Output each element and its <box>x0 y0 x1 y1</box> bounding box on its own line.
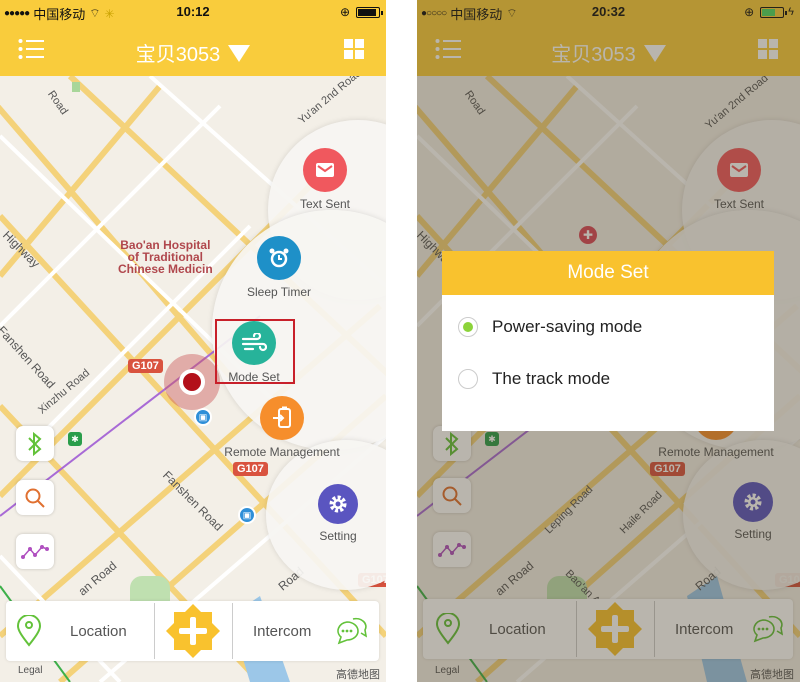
grid-apps-icon[interactable] <box>344 39 364 59</box>
poi-hospital-label[interactable]: Bao'an Hospital of Traditional Chinese M… <box>118 239 213 275</box>
intercom-button[interactable]: Intercom <box>233 601 379 661</box>
track-button[interactable] <box>16 534 54 569</box>
road-shield: G107 <box>233 462 268 476</box>
chat-bubbles-icon <box>337 617 368 645</box>
intercom-label: Intercom <box>253 622 312 640</box>
menu-remote-management[interactable]: Remote Management <box>217 396 347 459</box>
location-label: Location <box>70 622 127 640</box>
map-provider-logo: 高德地图 <box>336 669 380 681</box>
bus-stop-icon[interactable]: ▣ <box>194 408 212 426</box>
road-shield: G107 <box>128 359 163 373</box>
phone-transfer-icon <box>260 396 304 440</box>
bottom-bar: Location Intercom <box>6 601 379 661</box>
phone-screen-main: Road Yu'an 2nd Road Highway Fanshen Road… <box>0 0 386 682</box>
menu-text-sent[interactable]: Text Sent <box>265 148 385 211</box>
dropdown-triangle-icon <box>228 45 251 62</box>
status-bar: ●●●●● 中国移动 ⌔ ✳ 10:12 ⊕ <box>0 0 386 24</box>
envelope-icon <box>303 148 347 192</box>
option-track-mode[interactable]: The track mode <box>458 369 610 389</box>
menu-label: Sleep Timer <box>246 285 312 299</box>
radio-selected[interactable] <box>458 317 478 337</box>
battery-icon <box>356 6 383 18</box>
location-button[interactable]: Location <box>6 601 153 661</box>
radio-unselected[interactable] <box>458 369 478 389</box>
legal-link[interactable]: Legal <box>18 665 42 676</box>
clock: 10:12 <box>176 4 210 19</box>
poi-line: Chinese Medicin <box>118 262 213 276</box>
option-power-saving-mode[interactable]: Power-saving mode <box>458 317 642 337</box>
menu-sleep-timer[interactable]: Sleep Timer <box>219 236 339 299</box>
track-line-icon <box>21 544 49 559</box>
location-pin-icon <box>16 615 42 647</box>
phone-screen-mode-dialog: Road Yu'an 2nd Road Highway Leping Road … <box>417 0 800 682</box>
menu-label: Remote Management <box>224 445 340 459</box>
mode-set-dialog: Mode Set Power-saving mode The track mod… <box>442 251 774 431</box>
option-label: The track mode <box>492 369 611 388</box>
menu-label: Text Sent <box>299 197 351 211</box>
option-label: Power-saving mode <box>492 317 643 336</box>
device-selector[interactable]: 宝贝3053 <box>0 38 386 67</box>
app-header: 宝贝3053 <box>0 24 386 76</box>
add-button[interactable] <box>155 601 231 661</box>
menu-label: Setting <box>319 529 357 543</box>
bluetooth-button[interactable] <box>16 426 54 461</box>
search-icon <box>25 488 45 508</box>
mode-set-highlight <box>215 319 295 384</box>
menu-setting[interactable]: Setting <box>278 484 386 543</box>
add-star-plus-icon <box>166 604 220 658</box>
bluetooth-icon <box>28 431 42 456</box>
metro-station-icon[interactable]: ✱ <box>68 432 82 446</box>
bus-stop-icon[interactable]: ▣ <box>238 506 256 524</box>
rotation-lock-icon: ⊕ <box>339 5 350 19</box>
dialog-title: Mode Set <box>442 251 774 295</box>
alarm-clock-icon <box>257 236 301 280</box>
device-title: 宝贝3053 <box>135 44 221 66</box>
gear-icon <box>318 484 358 524</box>
search-button[interactable] <box>16 480 54 515</box>
